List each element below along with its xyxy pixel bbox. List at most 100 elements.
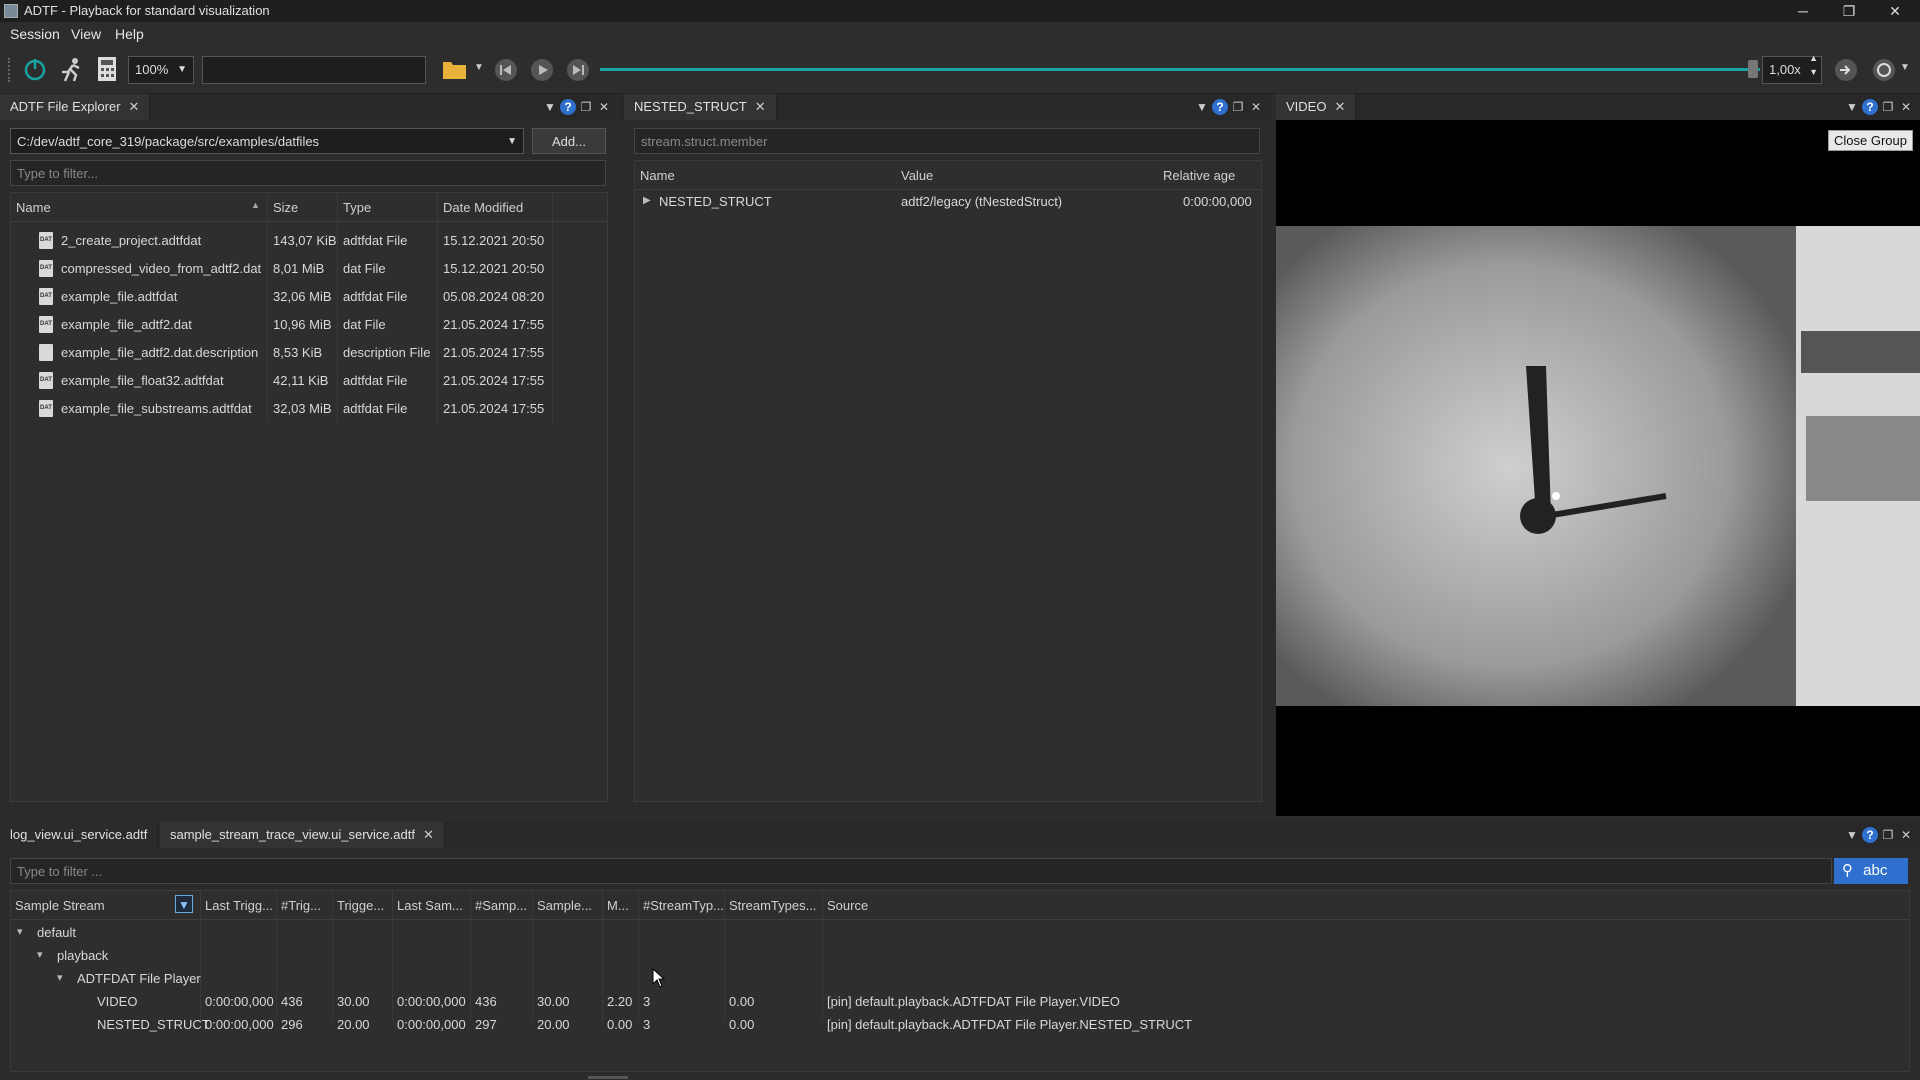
menu-session[interactable]: Session <box>10 26 60 42</box>
restore-button[interactable]: ❐ <box>1826 0 1872 22</box>
stream-column-header[interactable]: Source <box>827 898 868 913</box>
stream-row-name[interactable]: VIDEO <box>97 994 137 1009</box>
close-icon[interactable]: ✕ <box>1334 99 1345 114</box>
file-row[interactable]: DAT example_file_adtf2.dat 10,96 MiB dat Fi… <box>11 311 607 339</box>
file-type: adtfdat File <box>343 373 408 388</box>
bottom-tabbar: log_view.ui_service.adtf sample_stream_t… <box>0 822 1920 848</box>
stream-column-header[interactable]: Last Trigg... <box>205 898 273 913</box>
float-icon[interactable]: ❐ <box>1230 99 1246 115</box>
tree-node-label[interactable]: playback <box>57 948 108 963</box>
menu-view[interactable]: View <box>71 26 101 42</box>
playback-slider-handle[interactable] <box>1748 60 1758 78</box>
stream-column-header[interactable]: #Samp... <box>475 898 527 913</box>
float-icon[interactable]: ❐ <box>1880 827 1896 843</box>
stream-column-header[interactable]: #Trig... <box>281 898 321 913</box>
tab-nested-struct[interactable]: NESTED_STRUCT ✕ <box>624 94 777 120</box>
member-filter-input[interactable]: stream.struct.member <box>634 128 1260 154</box>
help-icon[interactable]: ? <box>560 99 576 115</box>
help-icon[interactable]: ? <box>1212 99 1228 115</box>
add-button[interactable]: Add... <box>532 128 606 154</box>
tab-log-view[interactable]: log_view.ui_service.adtf <box>0 822 159 848</box>
column-header-relative-age[interactable]: Relative age <box>1163 168 1235 183</box>
skip-back-icon[interactable] <box>494 58 518 82</box>
file-type: dat File <box>343 261 386 276</box>
calculator-icon[interactable] <box>96 56 118 82</box>
stream-filter-input[interactable]: Type to filter ... <box>10 858 1832 884</box>
file-row[interactable]: DAT compressed_video_from_adtf2.dat 8,01 M… <box>11 255 607 283</box>
close-icon[interactable]: ✕ <box>1248 99 1264 115</box>
speed-spinbox[interactable]: 1,00x ▲ ▼ <box>1762 53 1822 84</box>
link-icon[interactable] <box>1834 58 1858 82</box>
stream-column-header[interactable]: M... <box>607 898 629 913</box>
playback-slider[interactable] <box>600 68 1760 71</box>
column-header-name[interactable]: Name <box>16 200 51 215</box>
stream-column-header[interactable]: Last Sam... <box>397 898 463 913</box>
runner-icon[interactable] <box>58 56 84 82</box>
stream-column-header[interactable]: Sample... <box>537 898 592 913</box>
stream-row-cell: 0.00 <box>729 1017 755 1032</box>
close-group-tooltip[interactable]: Close Group <box>1828 130 1913 151</box>
expand-arrow-icon[interactable]: ▶ <box>643 195 651 206</box>
file-row[interactable]: DAT example_file_substreams.adtfdat 32,03 … <box>11 395 607 423</box>
path-select[interactable]: C:/dev/adtf_core_319/package/src/example… <box>10 128 524 154</box>
close-icon[interactable]: ✕ <box>423 827 434 842</box>
column-header-value[interactable]: Value <box>901 168 933 183</box>
column-header-type[interactable]: Type <box>343 200 371 215</box>
float-icon[interactable]: ❐ <box>578 99 594 115</box>
close-icon[interactable]: ✕ <box>755 99 766 114</box>
tree-node-label[interactable]: ADTFDAT File Player <box>77 971 201 986</box>
file-date: 21.05.2024 17:55 <box>443 401 545 416</box>
panel-menu-icon[interactable]: ▼ <box>1844 99 1860 115</box>
tree-node-label[interactable]: default <box>37 925 76 940</box>
file-type: adtfdat File <box>343 289 408 304</box>
filter-funnel-icon[interactable]: ▼ <box>175 895 193 913</box>
minimize-button[interactable]: ─ <box>1780 0 1826 22</box>
file-row[interactable]: DAT example_file.adtfdat 32,06 MiB adtfdat … <box>11 283 607 311</box>
menu-help[interactable]: Help <box>115 26 144 42</box>
zoom-select[interactable]: 100% ▼ <box>128 56 194 84</box>
tree-expander-icon[interactable]: ▾ <box>57 971 63 984</box>
file-row[interactable]: example_file_adtf2.dat.description 8,53 K… <box>11 339 607 367</box>
spin-arrows-icon[interactable]: ▲ ▼ <box>1809 51 1818 79</box>
tab-video[interactable]: VIDEO ✕ <box>1276 94 1357 120</box>
float-icon[interactable]: ❐ <box>1880 99 1896 115</box>
panel-menu-icon[interactable]: ▼ <box>1194 99 1210 115</box>
loop-icon[interactable] <box>1872 58 1896 82</box>
stream-column-header[interactable]: Sample Stream <box>15 898 105 913</box>
file-row[interactable]: DAT example_file_float32.adtfdat 42,11 KiB… <box>11 367 607 395</box>
loop-dropdown-icon[interactable]: ▼ <box>1900 62 1910 73</box>
help-icon[interactable]: ? <box>1862 827 1878 843</box>
folder-icon[interactable] <box>442 58 468 80</box>
close-icon[interactable]: ✕ <box>596 99 612 115</box>
column-divider <box>532 891 533 1021</box>
panel-menu-icon[interactable]: ▼ <box>542 99 558 115</box>
stream-column-header[interactable]: #StreamTyp... <box>643 898 724 913</box>
help-icon[interactable]: ? <box>1862 99 1878 115</box>
close-icon[interactable]: ✕ <box>1898 99 1914 115</box>
column-header-size[interactable]: Size <box>273 200 298 215</box>
tab-file-explorer[interactable]: ADTF File Explorer ✕ <box>0 94 151 120</box>
column-header-name[interactable]: Name <box>640 168 675 183</box>
tab-stream-trace[interactable]: sample_stream_trace_view.ui_service.adtf… <box>160 822 445 848</box>
stream-column-header[interactable]: StreamTypes... <box>729 898 816 913</box>
tree-expander-icon[interactable]: ▾ <box>17 925 23 938</box>
column-header-date[interactable]: Date Modified <box>443 200 523 215</box>
play-icon[interactable] <box>530 58 554 82</box>
panel-menu-icon[interactable]: ▼ <box>1844 827 1860 843</box>
power-icon[interactable] <box>22 56 48 82</box>
file-filter-input[interactable]: Type to filter... <box>10 160 606 186</box>
stream-row-name[interactable]: NESTED_STRUCT <box>97 1017 210 1032</box>
stream-column-header[interactable]: Trigge... <box>337 898 384 913</box>
tree-expander-icon[interactable]: ▾ <box>37 948 43 961</box>
struct-row-name[interactable]: NESTED_STRUCT <box>659 194 772 209</box>
stream-row-cell: 436 <box>281 994 303 1009</box>
close-icon[interactable]: ✕ <box>129 99 140 114</box>
search-mode-button[interactable]: ⚲ abc <box>1834 858 1908 884</box>
close-icon[interactable]: ✕ <box>1898 827 1914 843</box>
scroll-indicator[interactable] <box>588 1076 628 1079</box>
close-window-button[interactable]: ✕ <box>1872 0 1918 22</box>
skip-forward-icon[interactable] <box>566 58 590 82</box>
session-combo[interactable] <box>202 56 426 84</box>
folder-dropdown-icon[interactable]: ▼ <box>474 62 484 73</box>
file-row[interactable]: DAT 2_create_project.adtfdat 143,07 KiB adt… <box>11 227 607 255</box>
